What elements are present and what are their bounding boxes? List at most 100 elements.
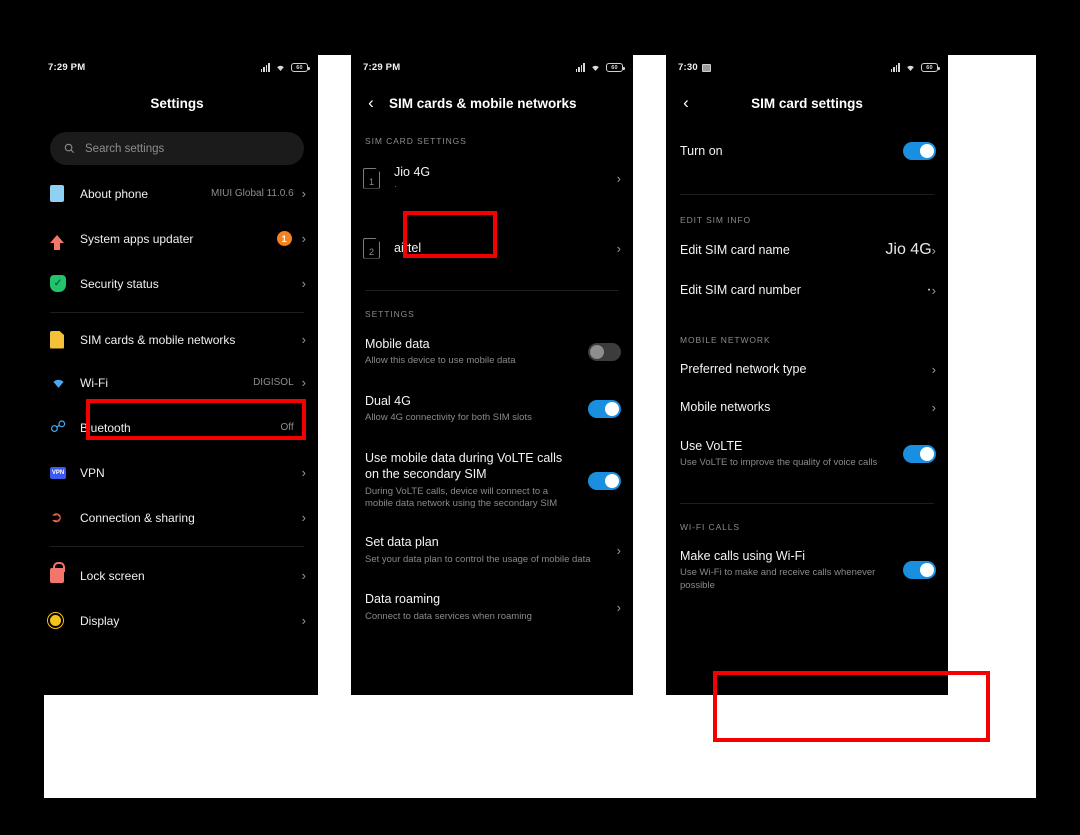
setting-row-set-data-plan[interactable]: Set data plan Set your data plan to cont… [351,522,633,577]
setting-subtitle: Use Wi-Fi to make and receive calls when… [680,566,876,591]
sidebar-item-bluetooth[interactable]: ☍ Bluetooth Off › [36,405,318,450]
display-icon [50,615,80,626]
status-badge: 1 [276,231,292,246]
signal-icon [260,63,270,72]
section-header-settings: SETTINGS [365,309,415,319]
chevron-right-icon: › [301,613,306,628]
setting-subtitle: Connect to data services when roaming [365,610,532,622]
sidebar-item-wifi[interactable]: Wi-Fi DIGISOL › [36,360,318,405]
bluetooth-icon: ☍ [50,418,67,436]
setting-title: Make calls using Wi-Fi [680,548,806,563]
system-updater-icon [50,234,80,250]
chevron-right-icon: › [301,568,306,583]
setting-row-turn-on[interactable]: Turn on [666,126,948,176]
setting-title: Use mobile data during VoLTE calls on th… [365,451,563,482]
volte-secondary-sim-toggle[interactable] [588,471,621,490]
battery-icon: 60 [291,63,310,72]
setting-row-mobile-data[interactable]: Mobile data Allow this device to use mob… [351,325,633,379]
setting-subtitle: Allow this device to use mobile data [365,355,516,367]
status-time: 7:30 [678,62,698,73]
use-volte-toggle[interactable] [903,444,936,463]
row-label: System apps updater [80,231,194,246]
wifi-icon [277,65,284,71]
sim-row-jio[interactable]: 1 Jio 4G · › [351,154,633,202]
setting-subtitle: During VoLTE calls, device will connect … [365,485,558,510]
chevron-right-icon: › [301,420,306,435]
screenshot-root: 7:29 PM 60 Settings Search settings Abou… [0,0,1080,835]
setting-title: Preferred network type [680,362,807,376]
sim-number: · [394,181,397,191]
page-title: SIM cards & mobile networks [389,95,577,111]
row-label: About phone [80,186,149,201]
mobile-data-toggle[interactable] [588,343,621,362]
sidebar-item-security-status[interactable]: ✓ Security status › [36,261,318,306]
chevron-right-icon: › [301,276,306,291]
sidebar-item-connection-sharing[interactable]: ➲ Connection & sharing › [36,495,318,540]
setting-row-data-roaming[interactable]: Data roaming Connect to data services wh… [351,577,633,634]
setting-row-mobile-networks[interactable]: Mobile networks › [666,387,948,425]
chevron-right-icon: › [301,465,306,480]
sidebar-item-display[interactable]: Display › [36,598,318,643]
status-bar: 7:29 PM 60 [351,55,633,80]
make-calls-using-wifi-toggle[interactable] [903,561,936,579]
setting-title: Set data plan [365,535,439,550]
setting-title: Use VoLTE [680,438,743,453]
sidebar-item-vpn[interactable]: VPN VPN › [36,450,318,495]
section-header-edit-sim-info: EDIT SIM INFO [680,215,752,225]
setting-row-preferred-network-type[interactable]: Preferred network type › [666,351,948,387]
chevron-right-icon: › [301,375,306,390]
mail-icon [701,63,711,72]
chevron-right-icon: › [931,242,936,258]
status-bar: 7:29 PM 60 [36,55,318,80]
phone-panel-sim-networks: 7:29 PM 60 ‹ SIM cards & mobile networks… [351,55,633,695]
setting-row-dual-4g[interactable]: Dual 4G Allow 4G connectivity for both S… [351,379,633,436]
setting-title: Data roaming [365,592,441,607]
dual-4g-toggle[interactable] [588,400,621,419]
security-status-icon: ✓ [50,275,80,292]
sidebar-item-system-apps-updater[interactable]: System apps updater 1 › [36,216,318,261]
phone-panel-sim-card-settings: 7:30 60 ‹ SIM card settings Turn on EDIT… [666,55,948,695]
page-title: Settings [150,95,204,111]
sidebar-item-sim-cards[interactable]: SIM cards & mobile networks › [36,319,318,360]
sidebar-item-about-phone[interactable]: About phone MIUI Global 11.0.6 › [36,171,318,216]
chevron-right-icon: › [301,510,306,525]
setting-title: Turn on [680,143,723,158]
sim-cards-icon [50,330,80,349]
wifi-icon [50,376,80,389]
setting-row-make-calls-using-wifi[interactable]: Make calls using Wi-Fi Use Wi-Fi to make… [666,538,948,604]
setting-title: Edit SIM card name [680,242,790,257]
row-label: Bluetooth [80,420,131,435]
setting-row-edit-sim-number[interactable]: Edit SIM card number · › [666,269,948,309]
sim-row-airtel[interactable]: 2 airtel › [351,224,633,272]
battery-icon: 60 [606,63,625,72]
divider [680,194,934,195]
setting-row-volte-secondary-sim[interactable]: Use mobile data during VoLTE calls on th… [351,436,633,522]
setting-title: Mobile data [365,337,430,351]
row-label: VPN [80,465,105,480]
about-phone-icon [50,185,80,202]
app-bar: ‹ SIM card settings [666,80,948,126]
phone-panel-settings: 7:29 PM 60 Settings Search settings Abou… [36,55,318,695]
sidebar-item-lock-screen[interactable]: Lock screen › [36,553,318,598]
row-value: DIGISOL [253,377,294,388]
row-label: Connection & sharing [80,510,195,525]
row-label: SIM cards & mobile networks [80,332,236,347]
app-bar: Settings [36,80,318,126]
search-input[interactable]: Search settings [50,132,304,165]
setting-row-edit-sim-name[interactable]: Edit SIM card name Jio 4G › [666,231,948,269]
wifi-icon [907,65,914,71]
divider [680,502,934,504]
section-header-mobile-network: MOBILE NETWORK [680,335,771,345]
status-bar: 7:30 60 [666,55,948,80]
setting-row-use-volte[interactable]: Use VoLTE Use VoLTE to improve the quali… [666,426,948,481]
row-label: Security status [80,276,159,291]
turn-on-toggle[interactable] [903,142,936,160]
lock-screen-icon [50,562,80,583]
chevron-right-icon: › [301,231,306,246]
back-button[interactable]: ‹ [351,93,385,113]
chevron-right-icon: › [301,186,306,201]
signal-icon [890,63,900,72]
section-header-sim-card-settings: SIM CARD SETTINGS [365,136,467,146]
sim-slot-icon: 2 [363,237,380,259]
chevron-right-icon: › [931,361,936,377]
